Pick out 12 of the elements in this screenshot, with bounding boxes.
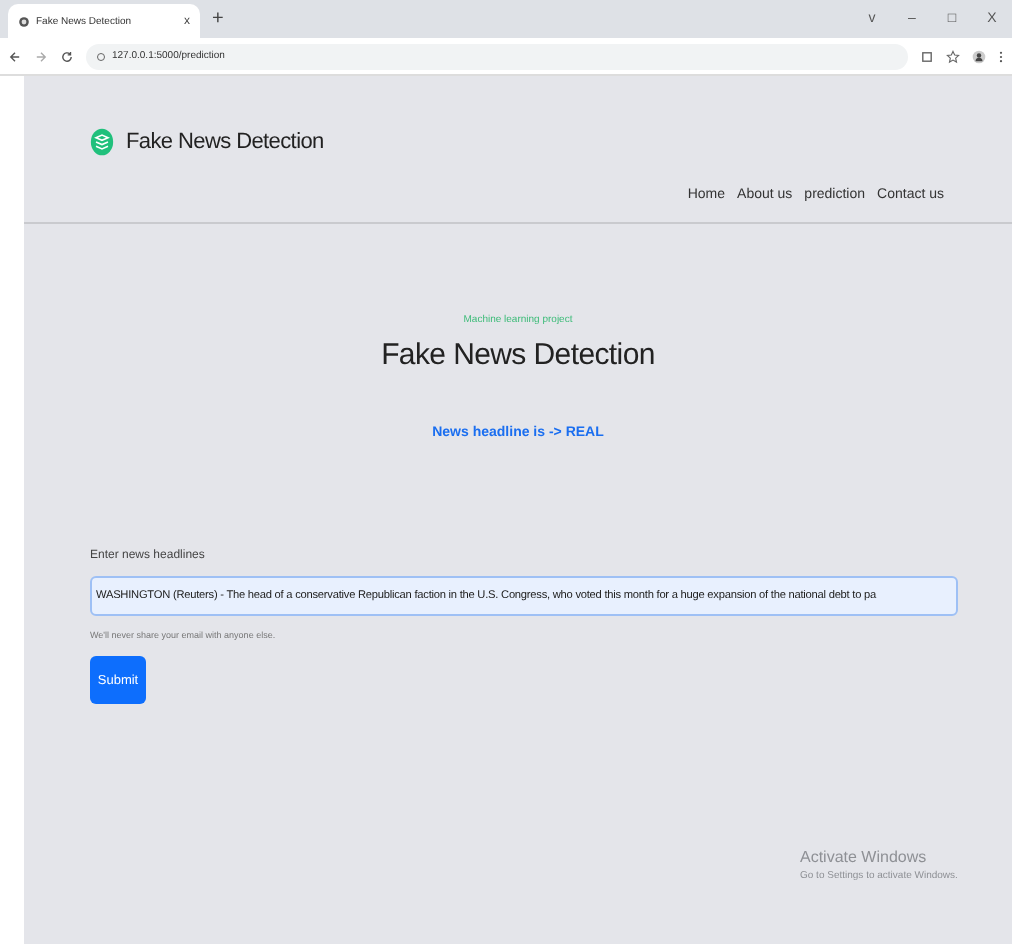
reload-icon[interactable] (60, 49, 74, 63)
new-tab-button[interactable]: + (212, 8, 224, 32)
brand-name[interactable]: Fake News Detection (126, 130, 324, 154)
profile-icon[interactable] (972, 49, 986, 63)
share-icon[interactable] (920, 49, 934, 63)
menu-icon[interactable] (998, 49, 1004, 63)
globe-icon (18, 15, 30, 27)
info-icon (96, 51, 106, 61)
activation-title: Activate Windows (800, 848, 929, 866)
star-icon[interactable] (946, 49, 960, 63)
back-arrow-icon[interactable] (8, 49, 22, 63)
hero-title: Fake News Detection (379, 338, 657, 372)
